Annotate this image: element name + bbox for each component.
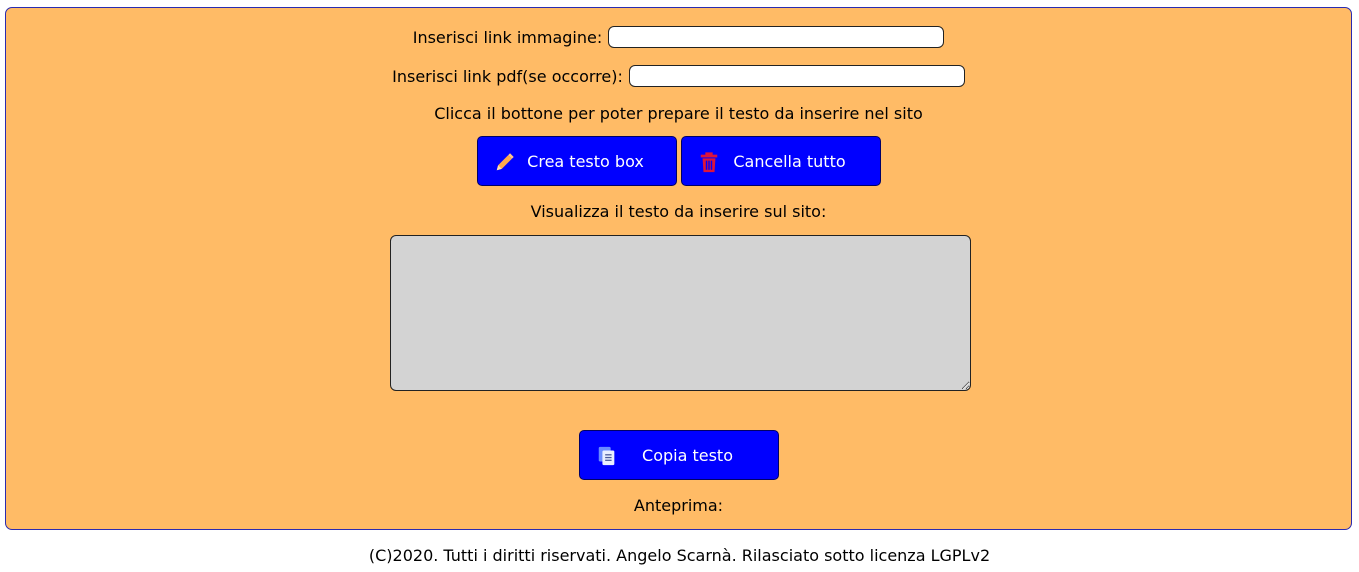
output-label: Visualizza il testo da inserire sul sito… [530, 201, 827, 221]
pencil-icon [496, 153, 514, 171]
pdf-link-label: Inserisci link pdf(se occorre): [392, 66, 623, 86]
instruction-row: Clicca il bottone per poter prepare il t… [6, 102, 1351, 124]
clear-all-button[interactable]: Cancella tutto [680, 136, 881, 186]
output-textarea[interactable] [390, 235, 971, 391]
pdf-link-input[interactable] [628, 65, 965, 87]
preview-row: Anteprima: [6, 494, 1351, 516]
preview-label: Anteprima: [633, 495, 724, 515]
main-panel: Inserisci link immagine: Inserisci link … [5, 7, 1352, 530]
output-label-row: Visualizza il testo da inserire sul sito… [6, 200, 1351, 222]
footer-copyright: (C)2020. Tutti i diritti riservati. Ange… [368, 546, 991, 565]
clear-all-label: Cancella tutto [733, 151, 846, 171]
copy-text-button[interactable]: Copia testo [578, 430, 779, 480]
image-link-label: Inserisci link immagine: [412, 27, 603, 47]
trash-icon [700, 152, 717, 173]
action-buttons-row: Crea testo box Cancella tutto [6, 136, 1351, 186]
copy-text-label: Copia testo [642, 445, 733, 465]
image-link-input[interactable] [608, 26, 945, 48]
instruction-text: Clicca il bottone per poter prepare il t… [434, 103, 923, 123]
pdf-link-row: Inserisci link pdf(se occorre): [6, 64, 1351, 88]
copy-icon [598, 446, 614, 466]
copy-button-row: Copia testo [6, 430, 1351, 480]
create-text-box-label: Crea testo box [527, 151, 644, 171]
create-text-box-button[interactable]: Crea testo box [476, 136, 677, 186]
image-link-row: Inserisci link immagine: [6, 25, 1351, 49]
